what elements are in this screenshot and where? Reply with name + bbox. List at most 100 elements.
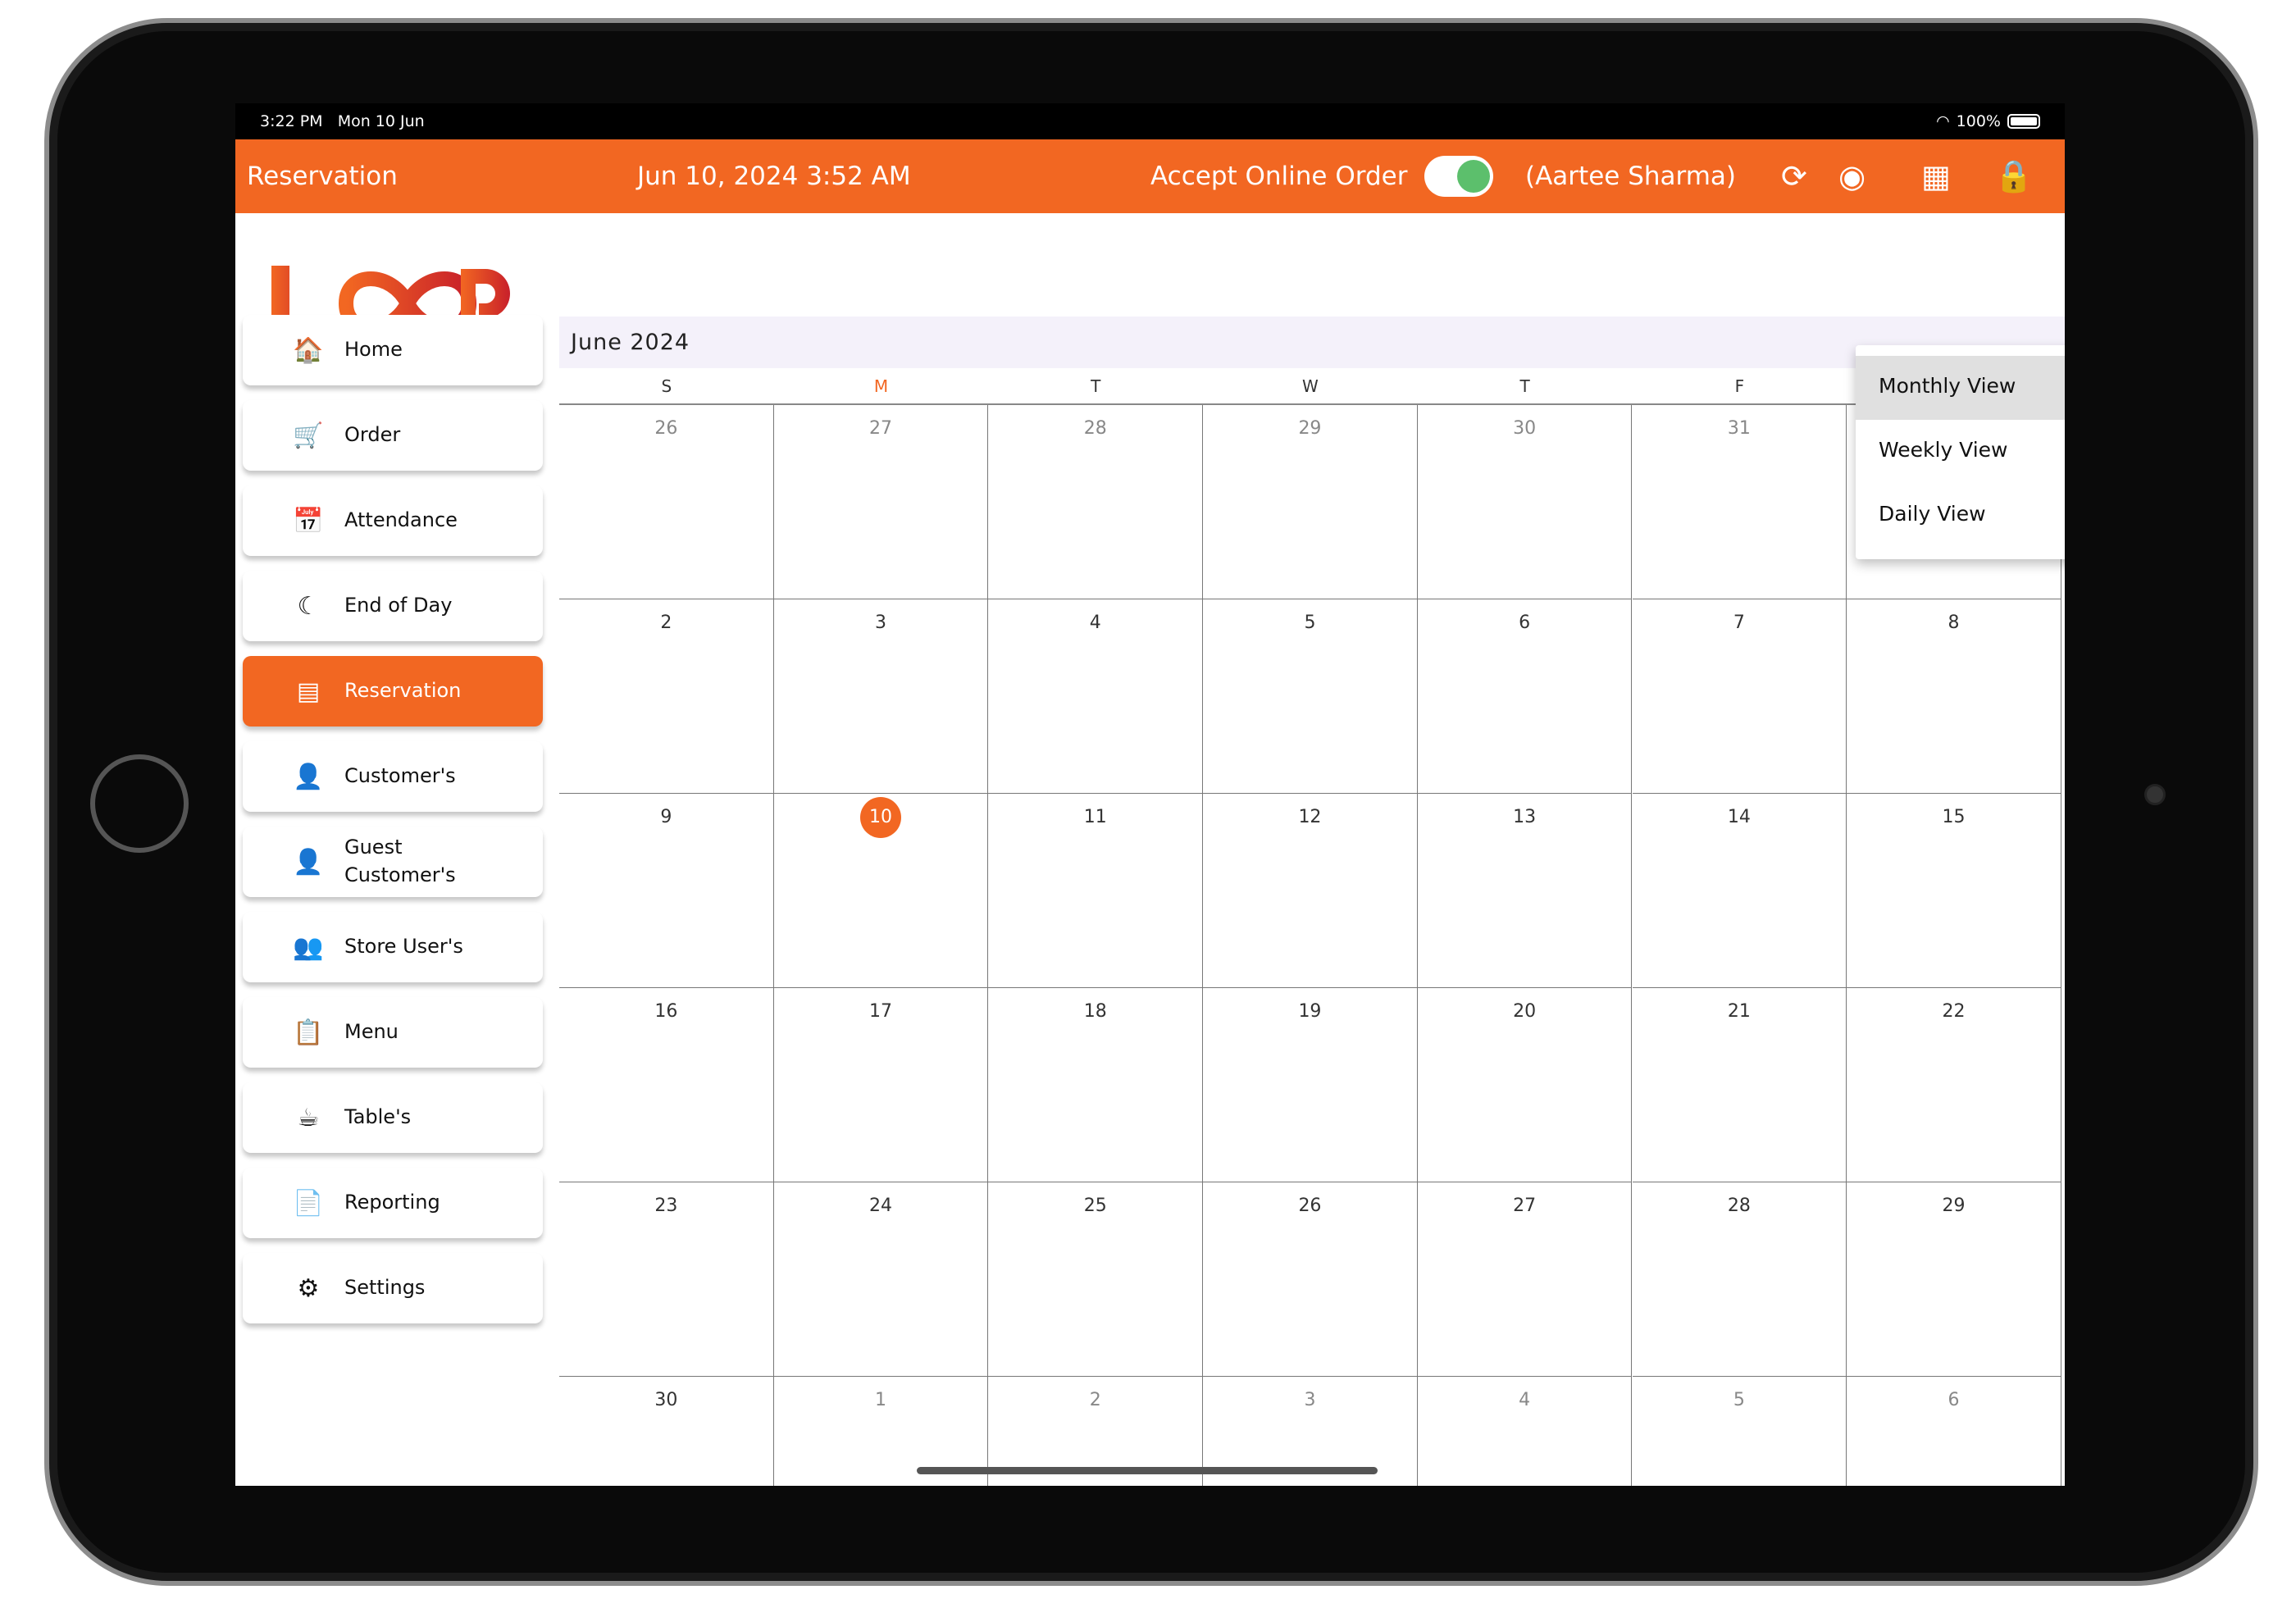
day-cell[interactable]: 21 [1632, 988, 1847, 1182]
day-cell[interactable]: 5 [1203, 599, 1418, 794]
day-number: 2 [660, 613, 672, 633]
day-cell[interactable]: 11 [988, 794, 1204, 988]
day-cell[interactable]: 6 [1417, 599, 1633, 794]
day-cell[interactable]: 4 [988, 599, 1204, 794]
month-grid: 2627282930311234567891011121314151617181… [559, 403, 2065, 1486]
day-cell[interactable]: 8 [1847, 599, 2061, 794]
day-cell[interactable]: 27 [1417, 1182, 1633, 1377]
day-number: 3 [875, 613, 887, 633]
day-cell[interactable]: 4 [1418, 1377, 1633, 1486]
app-header: Reservation Jun 10, 2024 3:52 AM Accept … [235, 139, 2065, 213]
day-cell[interactable]: 28 [988, 405, 1204, 599]
day-cell[interactable]: 30 [1417, 405, 1633, 599]
menu-item-weekly-view[interactable]: Weekly View [1856, 420, 2065, 484]
day-cell[interactable]: 16 [559, 988, 774, 1182]
menu-item-daily-view[interactable]: Daily View [1856, 484, 2065, 548]
day-cell[interactable]: 18 [988, 988, 1204, 1182]
sidebar-item-settings[interactable]: ⚙ Settings [243, 1253, 543, 1323]
refresh-icon[interactable]: ⟳ [1781, 158, 1807, 194]
day-number: 29 [1298, 418, 1322, 439]
sidebar-item-customers[interactable]: 👤 Customer's [243, 741, 543, 812]
day-cell[interactable]: 6 [1847, 1377, 2061, 1486]
sidebar-item-reporting[interactable]: 📄 Reporting [243, 1168, 543, 1238]
day-number: 27 [869, 418, 893, 439]
day-cell[interactable]: 31 [1632, 405, 1847, 599]
day-cell[interactable]: 5 [1633, 1377, 1847, 1486]
accept-online-order-toggle[interactable] [1424, 156, 1493, 197]
day-number: 25 [1083, 1196, 1107, 1216]
day-cell[interactable]: 26 [559, 405, 774, 599]
day-number: 9 [660, 807, 672, 827]
day-cell[interactable]: 3 [773, 599, 989, 794]
sidebar-item-label: Guest Customer's [344, 836, 456, 886]
day-number: 27 [1513, 1196, 1537, 1216]
wifi-icon[interactable]: ◉ [1838, 158, 1866, 194]
day-cell[interactable]: 29 [1847, 1182, 2061, 1377]
day-cell[interactable]: 12 [1203, 794, 1418, 988]
sidebar-item-store-users[interactable]: 👥 Store User's [243, 912, 543, 982]
store-users-icon: 👥 [293, 932, 324, 962]
day-number: 31 [1727, 418, 1751, 439]
day-number: 13 [1513, 807, 1537, 827]
day-number: 28 [1727, 1196, 1751, 1216]
sidebar-item-tables[interactable]: ☕ Table's [243, 1082, 543, 1153]
day-cell[interactable]: 28 [1632, 1182, 1847, 1377]
day-number: 30 [1513, 418, 1537, 439]
day-cell[interactable]: 15 [1847, 794, 2061, 988]
day-number: 12 [1298, 807, 1322, 827]
sidebar-item-reservation[interactable]: ▤ Reservation [243, 656, 543, 727]
camera [2144, 784, 2166, 805]
calendar: June 2024 SMTWTFS 2627282930311234567891… [559, 213, 2065, 1486]
day-cell[interactable]: 7 [1632, 599, 1847, 794]
weekday-header: T [1091, 376, 1101, 396]
sidebar-item-label: Order [344, 423, 401, 447]
day-cell[interactable]: 20 [1417, 988, 1633, 1182]
day-cell[interactable]: 30 [559, 1377, 774, 1486]
day-number: 14 [1727, 807, 1751, 827]
sidebar-item-label: Customer's [344, 764, 456, 788]
day-cell[interactable]: 17 [773, 988, 989, 1182]
sidebar-item-guest-customers[interactable]: 👤 Guest Customer's [243, 827, 543, 897]
day-cell[interactable]: 23 [559, 1182, 774, 1377]
user-name: (Aartee Sharma) [1525, 162, 1737, 191]
sidebar-item-attendance[interactable]: 📅 Attendance [243, 485, 543, 556]
status-time: 3:22 PM [260, 112, 323, 130]
settings-icon: ⚙ [297, 1273, 320, 1303]
day-cell[interactable]: 19 [1203, 988, 1418, 1182]
home-indicator [917, 1467, 1378, 1474]
day-cell[interactable]: 29 [1203, 405, 1418, 599]
day-cell[interactable]: 26 [1203, 1182, 1418, 1377]
day-cell[interactable]: 24 [773, 1182, 989, 1377]
sidebar-item-home[interactable]: 🏠 Home [243, 315, 543, 385]
sidebar: os 🏠Home🛒Order📅Attendance☾End of Day▤Res… [235, 213, 559, 1486]
sidebar-item-order[interactable]: 🛒 Order [243, 400, 543, 471]
day-number: 26 [654, 418, 678, 439]
day-number: 28 [1083, 418, 1107, 439]
app-screen: 3:22 PM Mon 10 Jun ◠ 100% Reservation Jun… [235, 103, 2065, 1486]
day-number: 5 [1304, 613, 1316, 633]
lock-icon[interactable]: 🔒 [1994, 158, 2033, 195]
sidebar-item-label: Table's [344, 1105, 412, 1129]
day-cell[interactable]: 13 [1417, 794, 1633, 988]
day-cell[interactable]: 27 [773, 405, 989, 599]
reporting-icon: 📄 [293, 1188, 324, 1218]
home-icon: 🏠 [293, 335, 324, 365]
day-number: 11 [1083, 807, 1107, 827]
day-number: 19 [1298, 1001, 1322, 1022]
sidebar-item-label: Home [344, 338, 403, 362]
day-cell[interactable]: 14 [1632, 794, 1847, 988]
sidebar-item-end-of-day[interactable]: ☾ End of Day [243, 571, 543, 641]
day-number: 4 [1089, 613, 1101, 633]
menu-item-monthly-view[interactable]: Monthly View [1856, 356, 2065, 420]
sidebar-item-menu[interactable]: 📋 Menu [243, 997, 543, 1068]
day-cell[interactable]: 10 [773, 794, 989, 988]
cash-register-icon[interactable]: ▦ [1921, 158, 1951, 194]
month-header: June 2024 [559, 317, 2065, 368]
day-cell[interactable]: 9 [559, 794, 774, 988]
day-cell[interactable]: 2 [559, 599, 774, 794]
sidebar-item-label: Store User's [344, 935, 463, 959]
day-cell[interactable]: 22 [1847, 988, 2061, 1182]
day-cell[interactable]: 25 [988, 1182, 1204, 1377]
day-number: 15 [1942, 807, 1966, 827]
status-date: Mon 10 Jun [337, 112, 425, 130]
